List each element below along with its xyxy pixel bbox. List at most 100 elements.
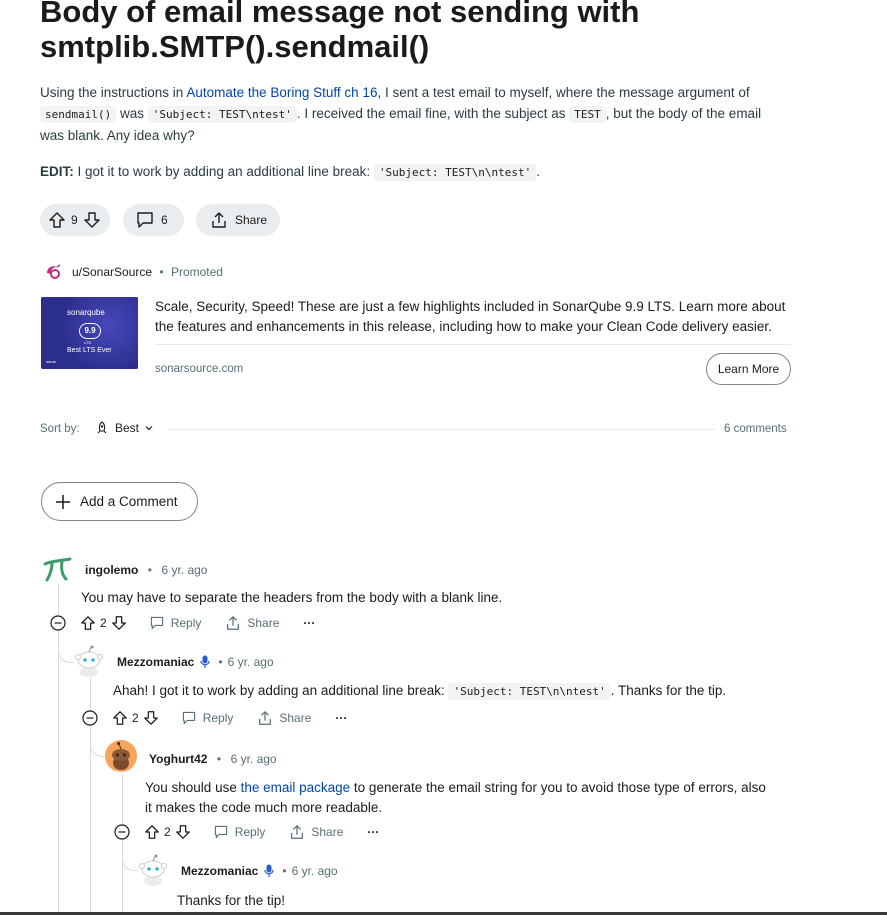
more-options-icon[interactable]: ···: [367, 825, 379, 839]
comment-actions: 2 Reply Share ···: [50, 614, 315, 632]
comment-time: 6 yr. ago: [230, 752, 277, 766]
add-comment-button[interactable]: Add a Comment: [41, 482, 198, 521]
comment-username[interactable]: Yoghurt42: [149, 752, 207, 766]
thread-elbow: [90, 736, 106, 757]
ad-divider: [155, 344, 791, 345]
thread-elbow: [58, 642, 74, 663]
vote-count: 9: [71, 213, 78, 227]
add-comment-label: Add a Comment: [80, 494, 178, 509]
sonarsource-avatar[interactable]: [44, 263, 62, 281]
share-label: Share: [235, 213, 268, 227]
share-icon: [210, 211, 228, 229]
downvote-icon[interactable]: [83, 211, 101, 229]
downvote-icon[interactable]: [111, 615, 127, 631]
comment-count: 6: [161, 213, 168, 227]
sort-divider: [168, 429, 716, 430]
share-icon: [291, 825, 304, 839]
comment-username[interactable]: Mezzomaniac: [181, 864, 258, 878]
thumb-version: 9.9: [79, 323, 101, 339]
share-icon: [227, 616, 240, 630]
comments-button[interactable]: 6: [123, 204, 184, 236]
avatar[interactable]: [105, 740, 137, 772]
comment-total: 6 comments: [724, 423, 787, 435]
downvote-icon[interactable]: [143, 710, 159, 726]
post-body: Using the instructions in Automate the B…: [40, 82, 800, 183]
automate-boring-stuff-link[interactable]: Automate the Boring Stuff ch 16: [186, 85, 377, 100]
email-package-link[interactable]: the email package: [241, 780, 351, 795]
sonar-logo-icon: [45, 264, 61, 280]
share-button[interactable]: Share: [196, 204, 280, 236]
vote-bar: 9: [40, 204, 110, 236]
sort-dropdown[interactable]: Best: [95, 421, 154, 435]
comment-text: You should use the email package to gene…: [145, 780, 766, 815]
comment-text: Thanks for the tip!: [177, 893, 286, 908]
inline-code: 'Subject: TEST\n\ntest': [448, 683, 611, 700]
thread-elbow: [122, 850, 138, 871]
thumb-tagline: Best LTS Ever: [67, 347, 112, 354]
share-button[interactable]: Share: [289, 824, 343, 840]
thread-line: [58, 584, 59, 915]
ad-text[interactable]: Scale, Security, Speed! These are just a…: [155, 297, 795, 337]
upvote-icon[interactable]: [80, 615, 96, 631]
sort-label: Sort by:: [40, 423, 80, 435]
pi-avatar-icon: [43, 557, 72, 582]
chevron-down-icon: [144, 423, 154, 433]
vote-count: 2: [100, 616, 107, 630]
microphone-icon: [264, 864, 274, 878]
comment-username[interactable]: ingolemo: [85, 563, 138, 577]
more-options-icon[interactable]: ···: [335, 711, 347, 725]
upvote-icon[interactable]: [112, 710, 128, 726]
microphone-icon: [200, 655, 210, 669]
avatar[interactable]: [74, 645, 104, 677]
comment-icon: [150, 616, 163, 630]
share-icon: [259, 711, 272, 725]
comment-text: Ahah! I got it to work by adding an addi…: [113, 683, 727, 700]
downvote-icon[interactable]: [175, 824, 191, 840]
comment-text: You may have to separate the headers fro…: [81, 590, 503, 605]
rocket-icon: [95, 421, 109, 435]
comment-username[interactable]: Mezzomaniac: [117, 655, 194, 669]
vote-count: 2: [132, 711, 139, 725]
reply-button[interactable]: Reply: [181, 710, 233, 726]
avatar[interactable]: [42, 555, 72, 583]
comment-icon: [214, 825, 227, 839]
avatar[interactable]: [138, 854, 168, 886]
post-edit: EDIT: I got it to work by adding an addi…: [40, 164, 541, 181]
reply-button[interactable]: Reply: [213, 824, 265, 840]
thumb-brand: sonarqube: [67, 308, 105, 317]
thread-line: [122, 774, 123, 915]
post-title: Body of email message not sending with s…: [40, 0, 640, 64]
comment-time: 6 yr. ago: [227, 655, 274, 669]
more-options-icon[interactable]: ···: [303, 616, 315, 630]
comment-time: 6 yr. ago: [291, 864, 338, 878]
ad-username[interactable]: u/SonarSource: [72, 265, 152, 279]
ad-thumbnail[interactable]: sonarqube 9.9 LTS Best LTS Ever sonar: [41, 297, 138, 369]
inline-code: 'Subject: TEST\n\ntest': [373, 164, 537, 181]
snoo-avatar-icon: [75, 645, 103, 677]
upvote-icon[interactable]: [48, 211, 66, 229]
collapse-icon[interactable]: [114, 824, 130, 840]
sort-value: Best: [115, 421, 140, 435]
comment-time: 6 yr. ago: [161, 563, 208, 577]
comment-actions: 2 Reply Share ···: [82, 709, 347, 727]
promoted-label: Promoted: [170, 265, 223, 279]
comment-icon: [182, 711, 195, 725]
learn-more-button[interactable]: Learn More: [706, 353, 791, 385]
snoo-avatar-icon: [139, 854, 167, 886]
vote-count: 2: [164, 825, 171, 839]
orange-snoo-avatar-icon: [105, 740, 137, 772]
ad-domain[interactable]: sonarsource.com: [155, 363, 243, 375]
share-button[interactable]: Share: [257, 710, 311, 726]
inline-code: sendmail(): [40, 106, 117, 123]
share-button[interactable]: Share: [225, 615, 279, 631]
post-paragraph: Using the instructions in Automate the B…: [40, 85, 750, 100]
plus-icon: [54, 493, 72, 511]
collapse-icon[interactable]: [50, 615, 66, 631]
inline-code: 'Subject: TEST\ntest': [147, 106, 297, 123]
reply-button[interactable]: Reply: [149, 615, 201, 631]
collapse-icon[interactable]: [82, 710, 98, 726]
upvote-icon[interactable]: [144, 824, 160, 840]
inline-code: TEST: [569, 106, 606, 123]
comment-icon: [135, 211, 155, 229]
comment-actions: 2 Reply Share ···: [114, 823, 379, 841]
